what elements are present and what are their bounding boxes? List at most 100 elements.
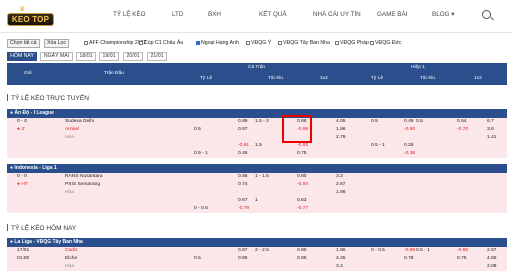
col-group-half: Hiệp 1 — [411, 65, 425, 70]
day-tab[interactable]: 19/01 — [99, 52, 119, 61]
league-filter-checkbox[interactable]: VĐQG Ý — [246, 39, 271, 47]
odds-cell-h-ou-odds[interactable]: 0.54 — [457, 118, 467, 126]
odds-table-header: Giờ Trận Đấu Cả Trận Hiệp 1 Tỷ Lệ Tài Xỉ… — [7, 63, 507, 85]
odds-cell-f-ou-line: 1 — [255, 198, 258, 203]
league-filter-label: Cúp C1 Châu Âu — [144, 40, 184, 46]
odds-row: 0.67 1 0.63 — [7, 197, 507, 205]
odds-cell-f-hdp-odds[interactable]: 0.46 — [238, 150, 248, 158]
logo[interactable]: ♛ KEO TOP — [7, 6, 54, 28]
league-filter-checkbox[interactable]: Ngoại Hạng Anh — [196, 39, 239, 47]
odds-row: 01:00 Elche 0.5 0.95 0.96 4.25 0.78 0.75 4.65 — [7, 255, 507, 263]
day-tab[interactable]: NGÀY MAI — [40, 52, 73, 61]
day-tab[interactable]: 20/01 — [123, 52, 143, 61]
league-filter-checkbox[interactable]: VĐQG Tây Ban Nha — [278, 39, 330, 47]
odds-cell-t1: 0 - 0 — [17, 119, 27, 124]
odds-cell-h-hdp-line: 0 - 0.5 — [371, 248, 385, 253]
odds-cell-x[interactable]: 3.4 — [336, 263, 343, 271]
odds-cell-h-hdp-odds[interactable]: 0.78 — [404, 255, 414, 263]
odds-cell-x[interactable]: 4.25 — [336, 255, 346, 263]
day-tab[interactable]: HÔM NAY — [7, 52, 37, 61]
league-filter-checkbox[interactable]: AFF Championship 2022 — [84, 39, 146, 47]
odds-cell-t1: 17/01 — [17, 248, 30, 253]
search-icon[interactable] — [482, 10, 491, 19]
league-header: ● Ấn Độ - I League — [7, 109, 507, 118]
odds-cell-h-hdp-odds[interactable]: -0.88 — [404, 247, 415, 255]
odds-cell-team: Elche — [65, 256, 78, 261]
odds-cell-h-ou-odds[interactable]: -0.85 — [457, 247, 468, 255]
odds-cell-x[interactable]: 2.76 — [336, 134, 346, 142]
odds-cell-hx[interactable]: 2.08 — [487, 263, 497, 271]
day-tab[interactable]: 21/01 — [147, 52, 167, 61]
odds-cell-hx[interactable]: 1.41 — [487, 134, 497, 142]
nav-item-ltd[interactable]: LTD — [172, 11, 183, 18]
odds-cell-f-ou-odds[interactable]: -0.94 — [297, 181, 308, 189]
odds-cell-hx[interactable]: 4.65 — [487, 255, 497, 263]
odds-cell-team: Hòa — [65, 264, 74, 269]
nav-item-nha-cai[interactable]: NHÀ CÁI UY TÍN — [313, 11, 361, 18]
select-all-button[interactable]: Chọn tất cả — [7, 39, 40, 48]
odds-cell-x[interactable]: 1.96 — [336, 126, 346, 134]
odds-cell-hx[interactable]: 6.7 — [487, 118, 494, 126]
odds-row: ● HT PSIS Semarang 0.74 -0.94 2.67 — [7, 181, 507, 189]
odds-cell-team: Hòa — [65, 135, 74, 140]
odds-cell-x[interactable]: 3.3 — [336, 173, 343, 181]
odds-cell-x[interactable]: 4.05 — [336, 118, 346, 126]
odds-cell-f-hdp-odds[interactable]: 0.74 — [238, 181, 248, 189]
odds-cell-f-hdp-odds[interactable]: 0.97 — [238, 247, 248, 255]
odds-cell-f-hdp-odds[interactable]: 0.86 — [238, 173, 248, 181]
league-filter-label: Ngoại Hạng Anh — [201, 40, 239, 46]
odds-row: 17/01 Cadiz 0.97 2 - 2.5 0.90 1.96 0 - 0.5 -0.8… — [7, 247, 507, 255]
odds-cell-h-hdp-line: 0.5 — [371, 119, 378, 124]
odds-cell-h-ou-odds[interactable]: -0.70 — [457, 126, 468, 134]
league-filter-checkbox[interactable]: VĐQG Đức — [370, 39, 402, 47]
odds-cell-team: Cadiz — [65, 248, 78, 253]
odds-cell-hx[interactable]: 3.6 — [487, 126, 494, 134]
nav-item-bxh[interactable]: BXH — [208, 11, 221, 18]
col-full-hdp: Tỷ Lệ — [200, 76, 212, 81]
league-header: ● Indonesia - Liga 1 — [7, 164, 507, 173]
odds-cell-f-ou-odds[interactable]: 0.96 — [297, 255, 307, 263]
league-filter-checkbox[interactable]: Cúp C1 Châu Âu — [139, 39, 183, 47]
odds-cell-f-ou-odds[interactable]: 0.75 — [297, 150, 307, 158]
odds-cell-hx[interactable]: 2.67 — [487, 247, 497, 255]
odds-cell-f-ou-line: 2 - 2.5 — [255, 248, 269, 253]
nav-item-game-bai[interactable]: GAME BÀI — [377, 11, 407, 18]
odds-cell-h-hdp-odds[interactable]: -0.60 — [404, 126, 415, 134]
odds-row: -0.61 1.5 -0.93 0.5 - 1 0.26 — [7, 142, 507, 150]
odds-row: 0 - 0.5 -0.79 -0.77 — [7, 205, 507, 213]
odds-cell-f-ou-odds[interactable]: -0.77 — [297, 205, 308, 213]
col-half-ou: Tài Xỉu — [420, 76, 435, 81]
odds-cell-f-hdp-odds[interactable]: 0.95 — [238, 255, 248, 263]
league-filter-checkbox[interactable]: VĐQG Pháp — [335, 39, 369, 47]
chevron-down-icon: ▾ — [451, 11, 455, 18]
odds-cell-f-ou-odds[interactable]: 0.63 — [297, 197, 307, 205]
odds-row: Hòa 2.76 1.41 — [7, 134, 507, 142]
odds-cell-x[interactable]: 1.96 — [336, 189, 346, 197]
odds-cell-h-hdp-odds[interactable]: -0.38 — [404, 150, 415, 158]
odds-cell-h-hdp-odds[interactable]: 0.26 — [404, 142, 414, 150]
odds-cell-f-hdp-line: 0 - 0.5 — [194, 206, 208, 211]
odds-cell-h-ou-odds[interactable]: 0.75 — [457, 255, 467, 263]
odds-cell-f-ou-odds[interactable]: -0.93 — [297, 142, 308, 150]
nav-item-ket-qua[interactable]: KẾT QUẢ — [259, 11, 287, 18]
odds-cell-f-hdp-odds[interactable]: 0.97 — [238, 126, 248, 134]
nav-item-ty-le-keo[interactable]: TỶ LỆ KÈO — [113, 11, 146, 18]
day-tab[interactable]: 18/01 — [76, 52, 96, 61]
odds-cell-f-hdp-odds[interactable]: 0.67 — [238, 197, 248, 205]
odds-cell-f-ou-odds[interactable]: 0.90 — [297, 247, 307, 255]
nav-item-blog[interactable]: BLOG ▾ — [432, 11, 454, 18]
odds-cell-f-hdp-odds[interactable]: -0.61 — [238, 142, 249, 150]
odds-cell-f-hdp-odds[interactable]: -0.79 — [238, 205, 249, 213]
league-filter-label: VĐQG Pháp — [340, 40, 369, 46]
odds-cell-x[interactable]: 2.67 — [336, 181, 346, 189]
odds-cell-h-hdp-line: 0.5 - 1 — [371, 143, 385, 148]
odds-cell-f-hdp-line: 0.5 - 1 — [194, 151, 208, 156]
odds-cell-f-hdp-odds[interactable]: 0.89 — [238, 118, 248, 126]
odds-cell-f-ou-odds[interactable]: 0.80 — [297, 173, 307, 181]
odds-cell-x[interactable]: 1.96 — [336, 247, 346, 255]
odds-row: 0.5 - 1 0.46 0.75 -0.38 — [7, 150, 507, 158]
odds-cell-t1: 01:00 — [17, 256, 30, 261]
clear-filter-button[interactable]: Xóa Lọc — [44, 39, 70, 48]
checkbox-icon — [84, 40, 88, 45]
odds-cell-h-hdp-odds[interactable]: 0.46 — [404, 118, 414, 126]
